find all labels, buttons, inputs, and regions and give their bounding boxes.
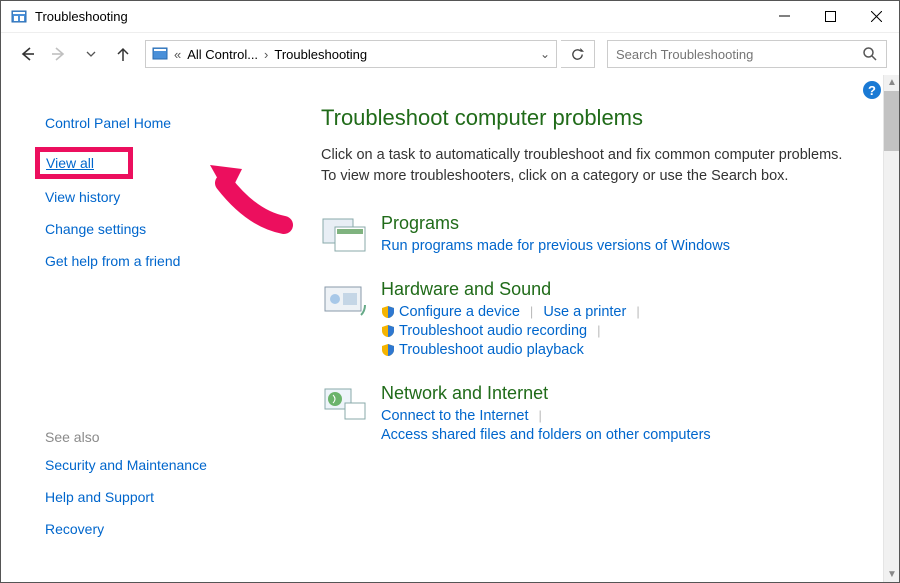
separator: | <box>539 408 542 427</box>
task-link[interactable]: Troubleshoot audio recording <box>381 323 587 339</box>
sidebar-item-view-all[interactable]: View all <box>46 155 94 171</box>
category-hardware: Hardware and Sound Configure a device | … <box>321 279 879 361</box>
shield-icon <box>381 324 395 338</box>
category-heading[interactable]: Programs <box>381 213 879 234</box>
window: Troubleshooting « All Control... › Troub… <box>0 0 900 583</box>
separator: | <box>530 304 533 323</box>
task-link[interactable]: Configure a device <box>381 304 520 320</box>
annotation-highlight-box: View all <box>35 147 133 179</box>
main-content: Troubleshoot computer problems Click on … <box>321 105 879 468</box>
recent-locations-button[interactable] <box>77 40 105 68</box>
programs-icon <box>321 215 369 255</box>
navigation-bar: « All Control... › Troubleshooting ⌄ <box>1 33 899 75</box>
breadcrumb-segment[interactable]: All Control... <box>187 47 258 62</box>
scroll-up-icon[interactable]: ▲ <box>887 77 897 88</box>
control-panel-icon <box>152 46 168 62</box>
refresh-button[interactable] <box>561 40 595 68</box>
task-link[interactable]: Run programs made for previous versions … <box>381 238 730 254</box>
back-button[interactable] <box>13 40 41 68</box>
task-link[interactable]: Connect to the Internet <box>381 408 529 424</box>
up-button[interactable] <box>109 40 137 68</box>
see-also-recovery[interactable]: Recovery <box>45 521 261 537</box>
see-also-section: See also Security and Maintenance Help a… <box>45 429 261 537</box>
sidebar-item-view-history[interactable]: View history <box>45 189 261 205</box>
separator: | <box>636 304 639 323</box>
shield-icon <box>381 305 395 319</box>
sidebar-item-get-help[interactable]: Get help from a friend <box>45 253 261 269</box>
category-network: Network and Internet Connect to the Inte… <box>321 383 879 446</box>
page-description: Click on a task to automatically trouble… <box>321 145 851 187</box>
vertical-scrollbar[interactable]: ▲ ▼ <box>883 75 899 582</box>
close-button[interactable] <box>853 1 899 33</box>
sidebar-item-home[interactable]: Control Panel Home <box>45 115 261 131</box>
forward-button[interactable] <box>45 40 73 68</box>
see-also-label: See also <box>45 429 261 445</box>
search-input[interactable] <box>616 47 854 62</box>
sidebar: Control Panel Home View all View history… <box>1 75 301 582</box>
help-icon[interactable]: ? <box>863 81 881 99</box>
task-link[interactable]: Troubleshoot audio playback <box>381 342 584 358</box>
search-box[interactable] <box>607 40 887 68</box>
category-programs: Programs Run programs made for previous … <box>321 213 879 257</box>
minimize-button[interactable] <box>761 1 807 33</box>
breadcrumb-segment[interactable]: Troubleshooting <box>274 47 367 62</box>
category-heading[interactable]: Network and Internet <box>381 383 879 404</box>
address-bar[interactable]: « All Control... › Troubleshooting ⌄ <box>145 40 557 68</box>
chevron-right-icon: › <box>264 47 268 62</box>
separator: | <box>597 323 600 342</box>
sidebar-item-change-settings[interactable]: Change settings <box>45 221 261 237</box>
chevron-down-icon[interactable]: ⌄ <box>540 47 550 61</box>
control-panel-icon <box>11 9 27 25</box>
scroll-down-icon[interactable]: ▼ <box>887 569 897 580</box>
shield-icon <box>381 343 395 357</box>
scrollbar-thumb[interactable] <box>884 91 899 151</box>
search-icon[interactable] <box>862 46 878 62</box>
chevron-left-icon: « <box>174 47 181 62</box>
category-heading[interactable]: Hardware and Sound <box>381 279 879 300</box>
window-controls <box>761 1 899 33</box>
titlebar: Troubleshooting <box>1 1 899 33</box>
network-icon <box>321 385 369 425</box>
page-title: Troubleshoot computer problems <box>321 105 879 131</box>
task-link[interactable]: Access shared files and folders on other… <box>381 427 711 443</box>
window-title: Troubleshooting <box>35 9 761 24</box>
content-area: ? ▲ ▼ Control Panel Home View all View h… <box>1 75 899 582</box>
see-also-security[interactable]: Security and Maintenance <box>45 457 261 473</box>
hardware-icon <box>321 281 369 321</box>
task-link[interactable]: Use a printer <box>543 304 626 320</box>
maximize-button[interactable] <box>807 1 853 33</box>
see-also-help[interactable]: Help and Support <box>45 489 261 505</box>
